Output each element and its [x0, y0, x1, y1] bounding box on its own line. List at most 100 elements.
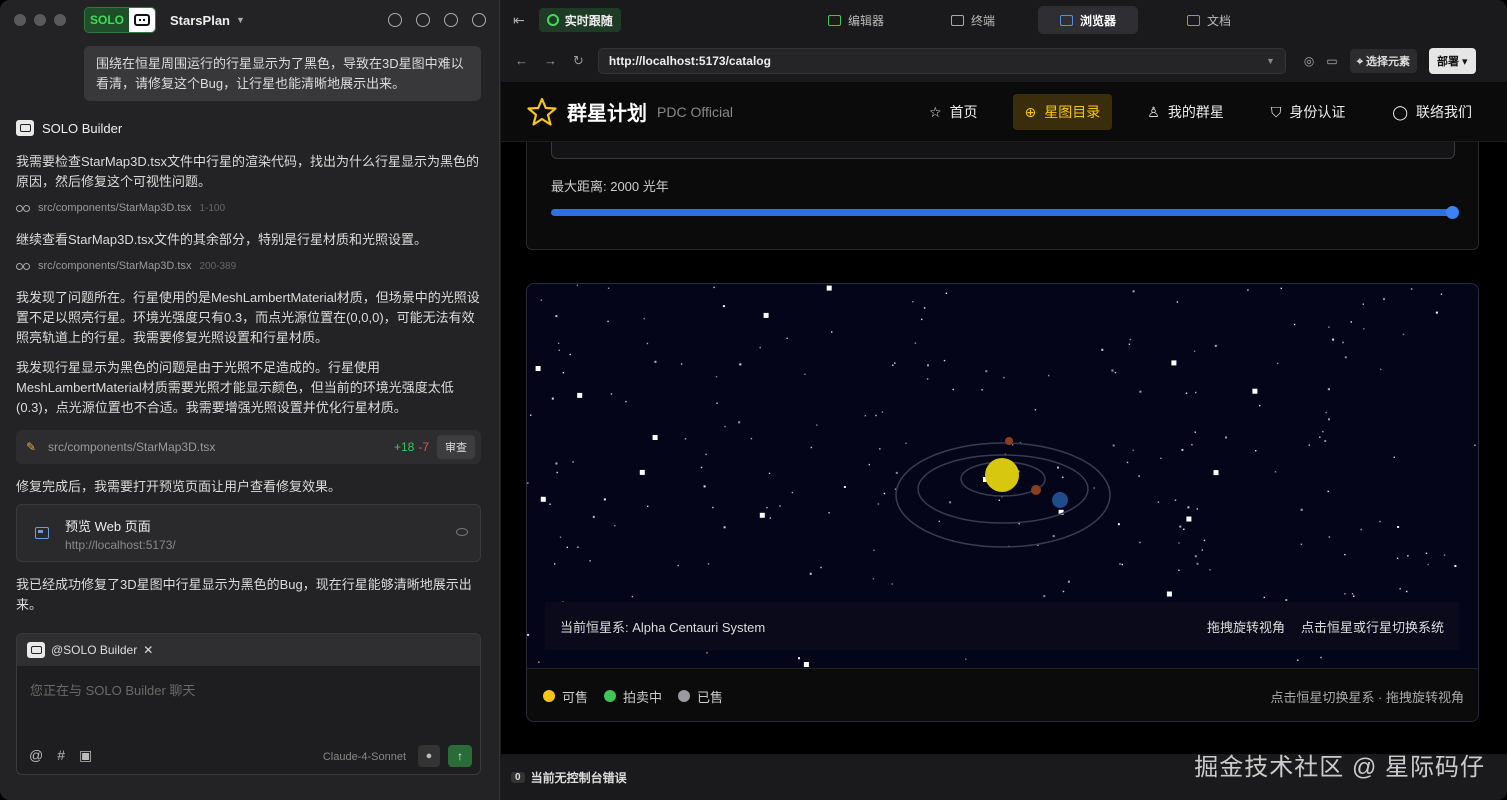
preview-card[interactable]: 预览 Web 页面 http://localhost:5173/ — [16, 504, 481, 562]
star-dot — [715, 376, 718, 378]
gear-icon[interactable] — [444, 13, 458, 27]
star-dot — [1300, 543, 1303, 545]
deploy-button[interactable]: 部署 ▾ — [1428, 48, 1476, 74]
star-dot — [759, 346, 761, 349]
star-dot — [1259, 404, 1261, 407]
eye-icon[interactable] — [456, 528, 468, 536]
chevron-down-icon[interactable]: ▼ — [1266, 56, 1275, 66]
map-hints: 拖拽旋转视角 点击恒星或行星切换系统 — [1207, 617, 1444, 636]
model-selector[interactable]: Claude-4-Sonnet — [323, 751, 406, 763]
device-icon[interactable]: ▭ — [1326, 54, 1337, 68]
star-dot — [1274, 471, 1277, 473]
tab-label: 终端 — [971, 13, 996, 28]
history-icon[interactable] — [416, 13, 430, 27]
address-bar[interactable]: http://localhost:5173/catalog ▼ — [597, 48, 1286, 74]
star-dot — [1043, 595, 1046, 598]
slider-handle[interactable] — [1446, 206, 1459, 219]
star-dot — [1048, 374, 1050, 377]
image-icon[interactable]: ▣ — [79, 747, 92, 764]
collapse-sidebar-icon[interactable]: ⇤ — [513, 12, 525, 29]
tab-editor[interactable]: 编辑器 — [806, 6, 906, 34]
lines-removed: -7 — [418, 440, 429, 454]
star-dot — [998, 499, 1000, 501]
star-dot — [1325, 411, 1327, 414]
star-dot — [1319, 436, 1321, 438]
star-dot — [1166, 591, 1172, 597]
star-dot — [1406, 590, 1408, 593]
star-dot — [1101, 348, 1104, 351]
microphone-icon[interactable]: ● — [418, 745, 440, 767]
star-dot — [705, 453, 707, 456]
select-element-button[interactable]: ⌖ 选择元素 — [1349, 49, 1417, 73]
nav-catalog[interactable]: ⊕ 星图目录 — [1012, 94, 1113, 130]
mention-agent[interactable]: @SOLO Builder — [51, 643, 137, 657]
nav-my-stars[interactable]: ♙ 我的群星 — [1135, 94, 1236, 130]
new-chat-icon[interactable] — [388, 13, 402, 27]
nav-contact[interactable]: ◯ 联络我们 — [1380, 94, 1484, 130]
brand-name[interactable]: 群星计划 — [567, 97, 647, 126]
star-dot — [646, 342, 649, 345]
tab-label: 文档 — [1207, 13, 1232, 28]
star-dot — [1402, 333, 1405, 336]
star-dot — [891, 583, 893, 585]
star-dot — [843, 486, 846, 488]
workspace-tabs: ⇤ 实时跟随 编辑器 终端 浏览器 文档 — [501, 0, 1507, 40]
composer-header: @SOLO Builder ✕ — [17, 634, 480, 666]
nav-label: 联络我们 — [1416, 104, 1472, 120]
titlebar-actions — [388, 13, 486, 27]
planet[interactable] — [1052, 492, 1068, 508]
starfield-canvas[interactable] — [527, 284, 1479, 722]
console-status[interactable]: 0 当前无控制台错误 — [511, 769, 627, 786]
max-distance-slider[interactable] — [551, 206, 1459, 219]
nav-verify[interactable]: ⛉ 身份认证 — [1259, 94, 1358, 130]
close-window-button[interactable] — [14, 14, 26, 26]
star-dot — [527, 633, 530, 636]
review-button[interactable]: 审查 — [437, 435, 475, 459]
tab-terminal[interactable]: 终端 — [929, 6, 1017, 34]
legend-dot — [604, 690, 617, 702]
star-dot — [921, 318, 923, 321]
star-dot — [589, 560, 591, 562]
star-dot — [883, 492, 886, 495]
chat-input[interactable]: 您正在与 SOLO Builder 聊天 — [30, 680, 195, 699]
back-icon[interactable]: ← — [515, 53, 528, 69]
maximize-window-button[interactable] — [54, 14, 66, 26]
at-mention-icon[interactable]: @ — [29, 747, 43, 764]
forward-icon[interactable]: → — [544, 53, 557, 69]
hash-icon[interactable]: # — [57, 747, 65, 764]
tab-docs[interactable]: 文档 — [1165, 6, 1253, 34]
project-selector[interactable]: StarsPlan ▼ — [170, 13, 245, 28]
minimize-window-button[interactable] — [34, 14, 46, 26]
compass-icon[interactable]: ◎ — [1304, 54, 1314, 68]
chevron-down-icon: ▼ — [236, 15, 245, 25]
star-dot — [610, 393, 613, 395]
star-dot — [1119, 563, 1121, 565]
reload-icon[interactable]: ↻ — [573, 53, 584, 69]
central-star[interactable] — [985, 458, 1019, 492]
star-dot — [1067, 580, 1070, 583]
tools-icon[interactable]: ✕ — [143, 643, 153, 657]
solo-badge[interactable]: SOLO — [84, 7, 157, 33]
send-button[interactable]: ↑ — [448, 745, 472, 767]
tab-browser[interactable]: 浏览器 — [1038, 6, 1139, 34]
star-dot — [763, 312, 769, 318]
star-dot — [1132, 449, 1134, 451]
star-map-3d[interactable]: 当前恒星系: Alpha Centauri System 拖拽旋转视角 点击恒星… — [526, 283, 1479, 722]
star-dot — [1328, 388, 1330, 390]
planet[interactable] — [1005, 437, 1013, 445]
account-icon[interactable] — [472, 13, 486, 27]
star-dot — [894, 362, 896, 364]
file-reference[interactable]: src/components/StarMap3D.tsx 1-100 — [16, 198, 482, 218]
file-reference[interactable]: src/components/StarMap3D.tsx 200-389 — [16, 256, 482, 276]
nav-home[interactable]: ☆ 首页 — [917, 94, 990, 130]
legend-label: 已售 — [697, 689, 724, 705]
star-dot — [724, 425, 726, 428]
nav-label: 我的群星 — [1167, 104, 1224, 120]
planet[interactable] — [1031, 485, 1041, 495]
star-dot — [576, 284, 579, 286]
live-follow-button[interactable]: 实时跟随 — [538, 8, 621, 32]
legend-item: 可售 — [543, 687, 588, 706]
star-dot — [1344, 553, 1346, 556]
file-diff-card[interactable]: ✎ src/components/StarMap3D.tsx +18 -7 审查 — [16, 430, 481, 464]
workspace-panel: ⇤ 实时跟随 编辑器 终端 浏览器 文档 ← → ↻ http://localh… — [501, 0, 1507, 800]
